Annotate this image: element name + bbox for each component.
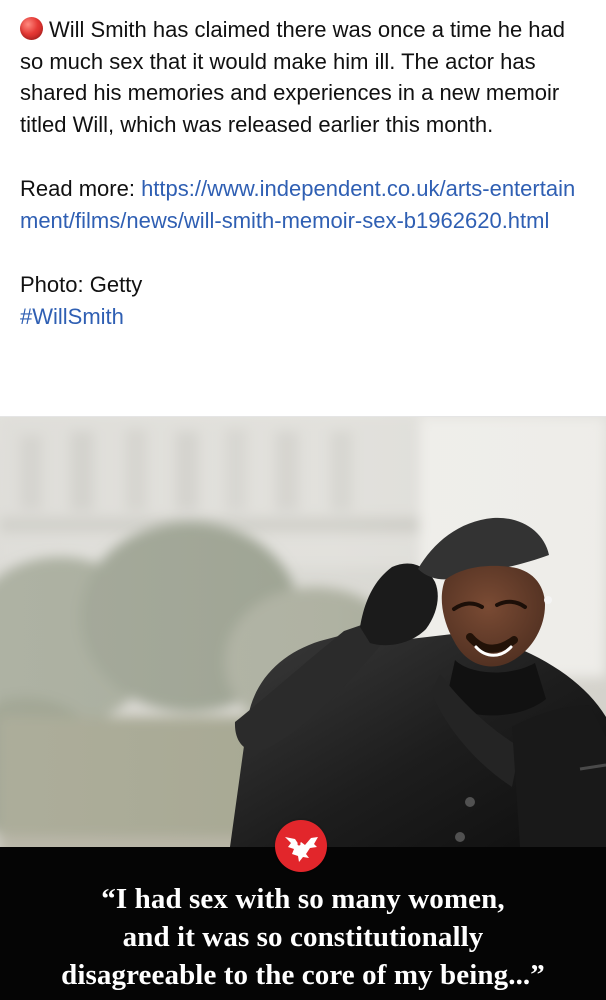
- post-image[interactable]: “I had sex with so many women, and it wa…: [0, 417, 606, 1000]
- quote-text: “I had sex with so many women, and it wa…: [0, 880, 606, 994]
- quote-line-2: and it was so constitutionally: [122, 921, 484, 953]
- read-more-line: Read more: https://www.independent.co.uk…: [20, 173, 590, 236]
- photo-credit: Photo: Getty: [20, 272, 143, 297]
- post-text: Will Smith has claimed there was once a …: [20, 14, 590, 332]
- read-more-label: Read more:: [20, 176, 142, 201]
- post-body-paragraph: Will Smith has claimed there was once a …: [20, 14, 590, 140]
- social-post: Will Smith has claimed there was once a …: [0, 0, 606, 1000]
- eagle-logo-svg: [285, 837, 318, 862]
- hashtag-link[interactable]: #WillSmith: [20, 304, 124, 329]
- eagle-logo-icon: [275, 820, 327, 872]
- post-body: Will Smith has claimed there was once a …: [20, 17, 566, 137]
- quote-line-1: “I had sex with so many women,: [101, 883, 505, 915]
- red-circle-icon: [20, 17, 43, 40]
- quote-line-3: disagreeable to the core of my being...”: [61, 959, 545, 991]
